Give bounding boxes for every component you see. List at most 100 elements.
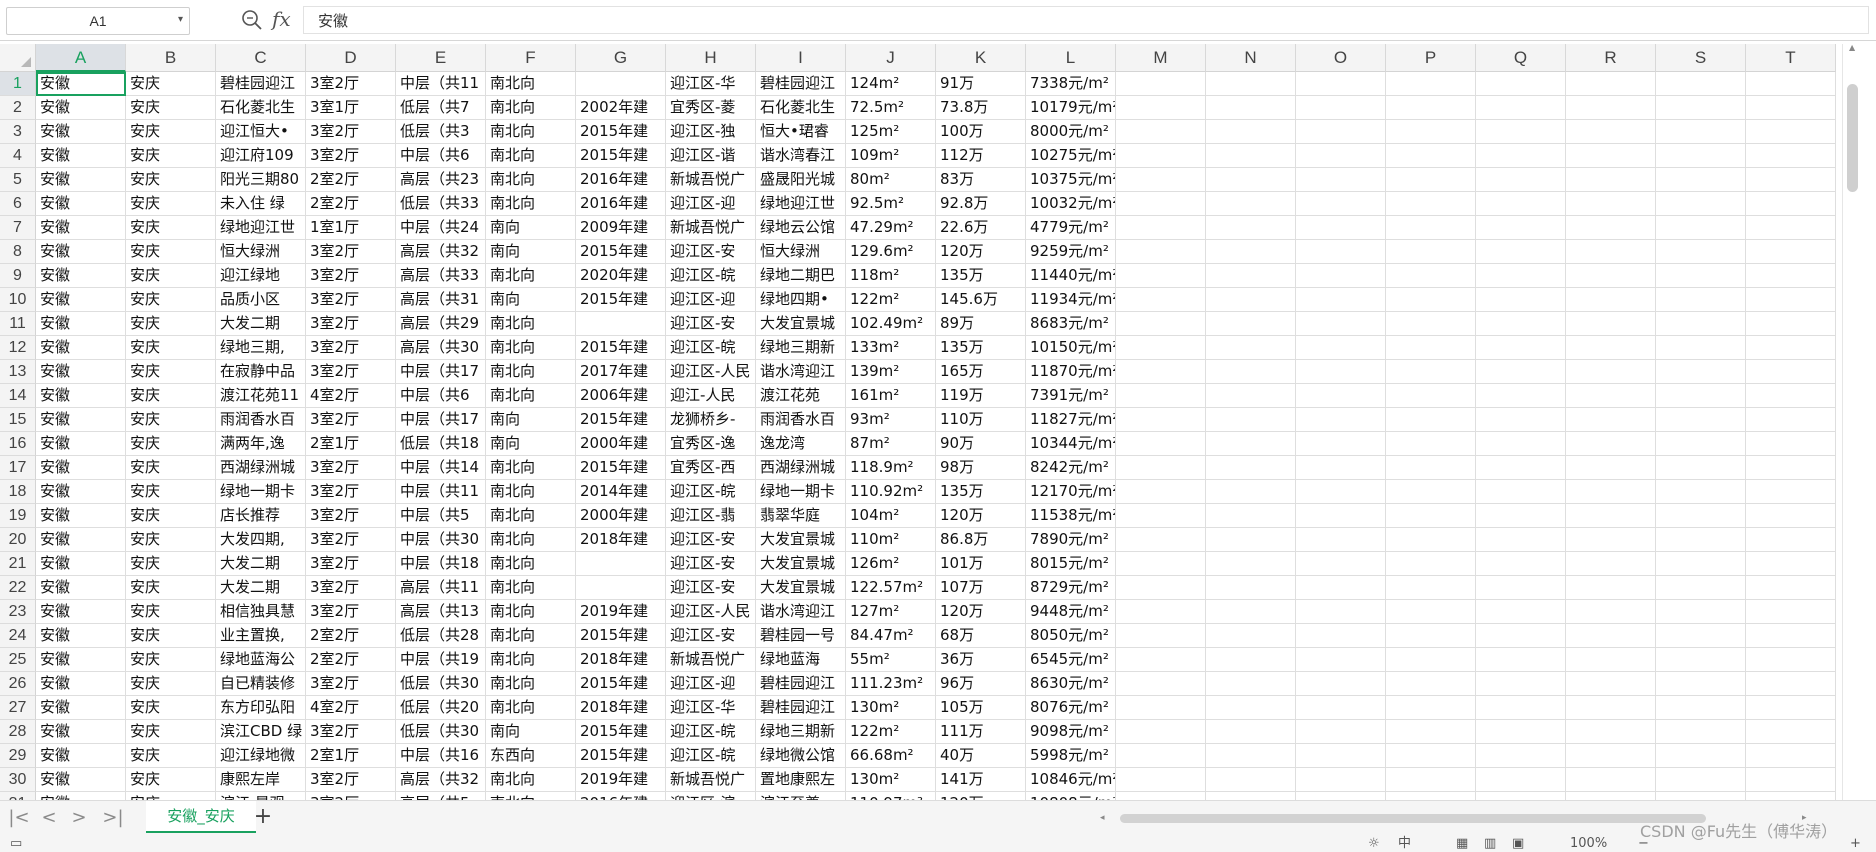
cell[interactable] <box>1656 720 1746 744</box>
cell[interactable]: 87m² <box>846 432 936 456</box>
cell[interactable] <box>1296 792 1386 800</box>
cell[interactable] <box>1296 624 1386 648</box>
cell[interactable] <box>1386 696 1476 720</box>
cell[interactable]: 8076元/m² <box>1026 696 1116 720</box>
cell[interactable]: 127m² <box>846 600 936 624</box>
cell[interactable] <box>1476 744 1566 768</box>
active-cell[interactable]: 安徽 <box>36 72 126 96</box>
cell[interactable]: 业主置换, <box>216 624 306 648</box>
cell[interactable]: 11538元/m² <box>1026 504 1116 528</box>
cell[interactable] <box>1386 792 1476 800</box>
cell[interactable] <box>1296 288 1386 312</box>
cell[interactable]: 安庆 <box>126 576 216 600</box>
cell[interactable]: 141万 <box>936 768 1026 792</box>
cell[interactable]: 2018年建 <box>576 696 666 720</box>
cell[interactable] <box>1746 192 1836 216</box>
cell[interactable]: 高层（共13 <box>396 600 486 624</box>
cell[interactable] <box>1206 240 1296 264</box>
cell[interactable] <box>1296 672 1386 696</box>
cell[interactable] <box>1116 288 1206 312</box>
cell[interactable] <box>1746 600 1836 624</box>
cell[interactable] <box>1746 624 1836 648</box>
row-header[interactable]: 2 <box>0 96 36 120</box>
cell[interactable] <box>1386 120 1476 144</box>
cell[interactable] <box>1746 288 1836 312</box>
column-header[interactable]: N <box>1206 44 1296 72</box>
cell[interactable]: 西湖绿洲城 <box>216 456 306 480</box>
cell[interactable]: 迎江绿地 <box>216 264 306 288</box>
cell[interactable] <box>1656 672 1746 696</box>
cell[interactable] <box>1746 168 1836 192</box>
cell[interactable]: 大发宜景城 <box>756 552 846 576</box>
cell[interactable] <box>1746 240 1836 264</box>
cell[interactable]: 新城吾悦广 <box>666 216 756 240</box>
cell[interactable] <box>1476 192 1566 216</box>
cell[interactable] <box>1476 648 1566 672</box>
cell[interactable]: 安徽 <box>36 216 126 240</box>
cell[interactable] <box>1566 216 1656 240</box>
cell[interactable] <box>1566 456 1656 480</box>
row-header[interactable]: 5 <box>0 168 36 192</box>
cell[interactable]: 安徽 <box>36 720 126 744</box>
sheet-tab[interactable]: 安徽_安庆 <box>146 801 256 833</box>
cell[interactable]: 南北向 <box>486 384 576 408</box>
cell[interactable] <box>1296 744 1386 768</box>
cell[interactable] <box>1116 672 1206 696</box>
cell[interactable] <box>1566 504 1656 528</box>
cell[interactable] <box>1386 480 1476 504</box>
cell[interactable]: 南北向 <box>486 456 576 480</box>
cell[interactable]: 3室2厅 <box>306 672 396 696</box>
cell[interactable] <box>1386 384 1476 408</box>
cell[interactable]: 中层（共17 <box>396 360 486 384</box>
cell[interactable]: 高层（共31 <box>396 288 486 312</box>
cell[interactable] <box>1296 120 1386 144</box>
cell[interactable] <box>1116 360 1206 384</box>
cell[interactable]: 安庆 <box>126 456 216 480</box>
cell[interactable] <box>1116 72 1206 96</box>
cell[interactable]: 绿地三期新 <box>756 720 846 744</box>
cell[interactable]: 自已精装修 <box>216 672 306 696</box>
column-header[interactable]: H <box>666 44 756 72</box>
cell[interactable]: 2015年建 <box>576 672 666 696</box>
cell[interactable]: 安庆 <box>126 288 216 312</box>
cell[interactable] <box>1116 528 1206 552</box>
cell[interactable] <box>1386 144 1476 168</box>
cell[interactable]: 绿地二期巴 <box>756 264 846 288</box>
cell[interactable]: 迎江区-人民 <box>666 360 756 384</box>
cell[interactable] <box>1566 624 1656 648</box>
cell[interactable] <box>1296 168 1386 192</box>
cell[interactable]: 125m² <box>846 120 936 144</box>
cell[interactable] <box>1476 720 1566 744</box>
cell[interactable]: 中层（共19 <box>396 648 486 672</box>
cell[interactable]: 93m² <box>846 408 936 432</box>
cell[interactable] <box>1116 168 1206 192</box>
cell[interactable] <box>1566 768 1656 792</box>
cell[interactable] <box>1116 744 1206 768</box>
normal-view-icon[interactable]: ▦ <box>1456 836 1468 852</box>
cell[interactable]: 98万 <box>936 456 1026 480</box>
cell[interactable]: 安徽 <box>36 432 126 456</box>
cell[interactable]: 84.47m² <box>846 624 936 648</box>
cell[interactable] <box>1566 336 1656 360</box>
cell[interactable] <box>1296 240 1386 264</box>
row-header[interactable]: 16 <box>0 432 36 456</box>
cell[interactable]: 3室2厅 <box>306 768 396 792</box>
cell[interactable] <box>1386 240 1476 264</box>
cell[interactable] <box>1746 336 1836 360</box>
cell[interactable]: 绿地蓝海公 <box>216 648 306 672</box>
cell[interactable]: 滨江至尊 <box>756 792 846 800</box>
fx-label[interactable]: fx <box>272 6 291 32</box>
cell[interactable] <box>1206 168 1296 192</box>
row-header[interactable]: 14 <box>0 384 36 408</box>
cell[interactable] <box>1386 744 1476 768</box>
cell[interactable] <box>1476 216 1566 240</box>
cell[interactable]: 安徽 <box>36 96 126 120</box>
cell[interactable]: 120万 <box>936 600 1026 624</box>
cell[interactable] <box>1476 72 1566 96</box>
row-header[interactable]: 3 <box>0 120 36 144</box>
cell[interactable] <box>1656 288 1746 312</box>
cell[interactable]: 安徽 <box>36 792 126 800</box>
cell[interactable] <box>1656 792 1746 800</box>
cell[interactable] <box>1116 336 1206 360</box>
formula-input[interactable]: 安徽 <box>303 6 1869 34</box>
